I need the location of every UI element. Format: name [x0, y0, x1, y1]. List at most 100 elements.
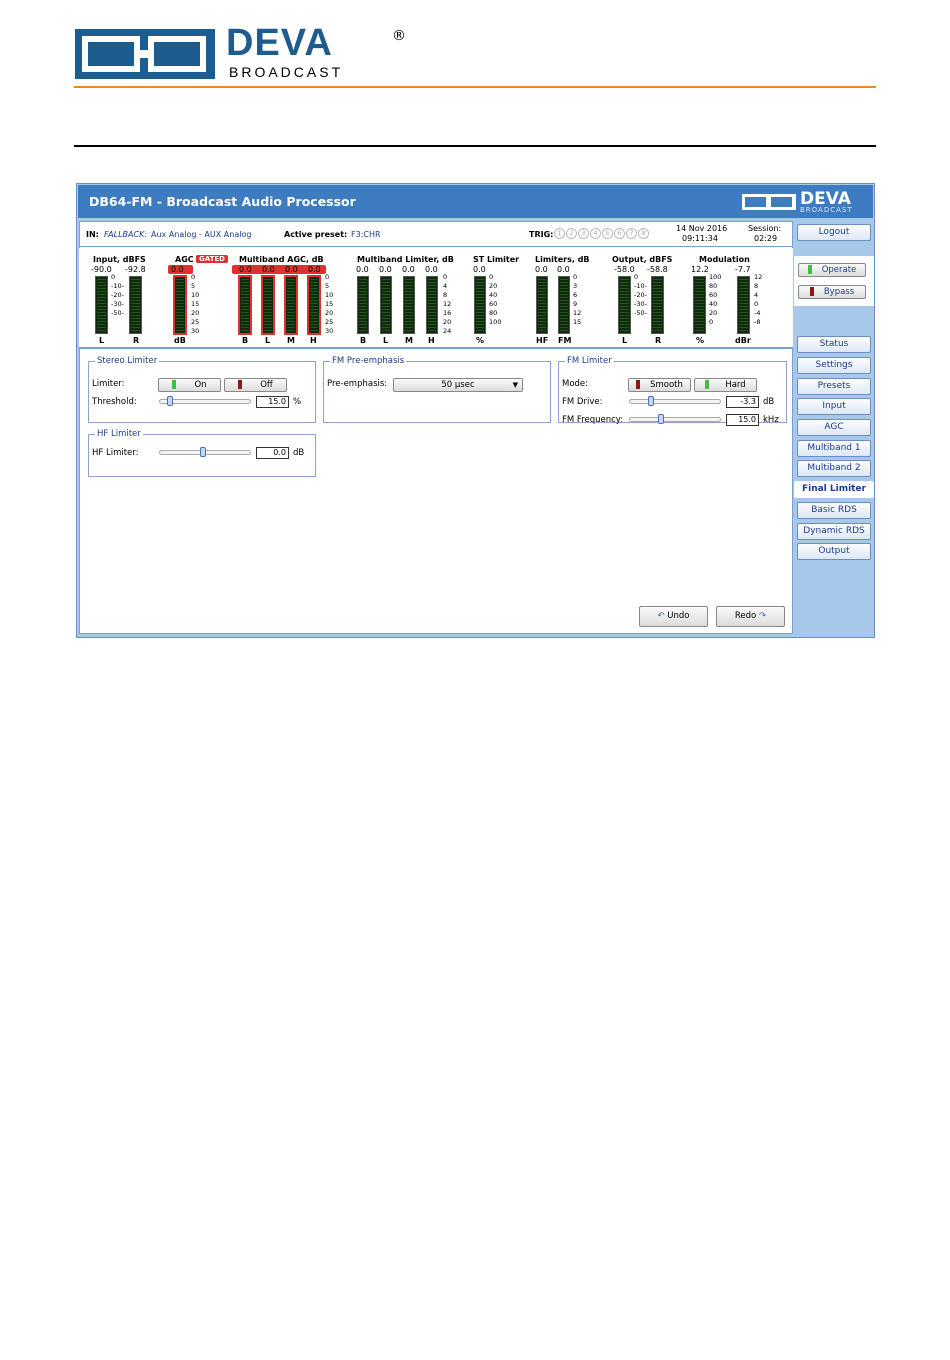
- mbagc-meter-l: [261, 275, 275, 335]
- mblim-val-l: 0.0: [379, 265, 392, 274]
- meter-segment: [739, 303, 748, 304]
- meter-segment: [310, 321, 318, 322]
- meter-segment: [97, 327, 106, 328]
- meter-segment: [695, 303, 704, 304]
- trig-indicator: 8: [638, 228, 649, 239]
- nav-agc[interactable]: AGC: [797, 419, 871, 436]
- meter-segment: [739, 285, 748, 286]
- redo-button[interactable]: Redo ↷: [716, 606, 785, 627]
- smooth-button[interactable]: Smooth: [628, 378, 691, 392]
- hf-limiter-slider[interactable]: [159, 447, 251, 457]
- undo-label: Undo: [667, 611, 690, 621]
- agc-scale: 0 5 10 15 20 25 30: [191, 273, 200, 335]
- meter-segment: [287, 327, 295, 328]
- meter-segment: [560, 318, 568, 319]
- mode-label: Mode:: [562, 379, 589, 389]
- nav-multiband-1[interactable]: Multiband 1: [797, 440, 871, 457]
- fm-frequency-input[interactable]: 15.0: [726, 414, 759, 426]
- meter-segment: [97, 330, 106, 331]
- meter-segment: [538, 306, 546, 307]
- limiter-off-button[interactable]: Off: [224, 378, 287, 392]
- nav-output[interactable]: Output: [797, 543, 871, 560]
- threshold-input[interactable]: 15.0: [256, 396, 289, 408]
- meter-segment: [310, 309, 318, 310]
- meter-segment: [310, 318, 318, 319]
- fm-frequency-slider-thumb[interactable]: [657, 414, 664, 424]
- threshold-slider-thumb[interactable]: [166, 396, 173, 406]
- meter-segment: [405, 303, 413, 304]
- meter-segment: [476, 297, 484, 298]
- mbagc-meter-b: [238, 275, 252, 335]
- meter-segment: [739, 330, 748, 331]
- meter-segment: [287, 294, 295, 295]
- meter-segment: [97, 318, 106, 319]
- meter-segment: [97, 288, 106, 289]
- meter-segment: [264, 291, 272, 292]
- meter-segment: [739, 321, 748, 322]
- nav-basic-rds[interactable]: Basic RDS: [797, 502, 871, 519]
- meter-segment: [131, 315, 140, 316]
- off-led-icon: [238, 380, 243, 389]
- meter-segment: [560, 297, 568, 298]
- meter-segment: [538, 327, 546, 328]
- meter-segment: [620, 330, 629, 331]
- meter-segment: [97, 285, 106, 286]
- mblim-chan-h: H: [428, 336, 435, 345]
- meter-segment: [560, 315, 568, 316]
- in-label: IN:: [86, 230, 99, 239]
- hf-limiter-input[interactable]: 0.0: [256, 447, 289, 459]
- session-label: Session:: [748, 224, 782, 233]
- fm-drive-unit: dB: [763, 397, 775, 407]
- nav-presets[interactable]: Presets: [797, 378, 871, 395]
- meter-segment: [359, 324, 367, 325]
- meter-segment: [428, 300, 436, 301]
- fm-drive-slider[interactable]: [629, 396, 721, 406]
- fm-frequency-slider[interactable]: [629, 414, 721, 424]
- fm-drive-slider-thumb[interactable]: [648, 396, 655, 406]
- input-chan-l: L: [99, 336, 105, 345]
- meter-segment: [538, 291, 546, 292]
- nav-multiband-2[interactable]: Multiband 2: [797, 460, 871, 477]
- meter-segment: [287, 279, 295, 280]
- meter-segment: [405, 279, 413, 280]
- meter-segment: [241, 309, 249, 310]
- operate-button[interactable]: Operate: [798, 263, 866, 277]
- nav-final-limiter[interactable]: Final Limiter: [794, 481, 874, 498]
- mbagc-chan-l: L: [265, 336, 271, 345]
- fm-drive-label: FM Drive:: [562, 397, 603, 407]
- nav-settings[interactable]: Settings: [797, 357, 871, 374]
- preset-label: Active preset:: [284, 230, 348, 239]
- nav-status[interactable]: Status: [797, 336, 871, 353]
- time-text: 09:11:34: [682, 234, 718, 243]
- modulation-val-pct: 12.2: [691, 265, 709, 274]
- undo-button[interactable]: ↶ Undo: [639, 606, 708, 627]
- hard-button[interactable]: Hard: [694, 378, 757, 392]
- meter-segment: [382, 300, 390, 301]
- meter-segment: [241, 324, 249, 325]
- input-meter-r: [129, 276, 142, 334]
- meter-segment: [382, 303, 390, 304]
- meter-segment: [695, 327, 704, 328]
- bypass-button[interactable]: Bypass: [798, 285, 866, 299]
- nav-dynamic-rds[interactable]: Dynamic RDS: [797, 523, 871, 540]
- preemphasis-select[interactable]: 50 µsec ▼: [393, 378, 523, 392]
- limiter-on-button[interactable]: On: [158, 378, 221, 392]
- logout-button[interactable]: Logout: [797, 224, 871, 241]
- mblim-title: Multiband Limiter, dB: [357, 255, 454, 264]
- meter-segment: [97, 306, 106, 307]
- nav-input[interactable]: Input: [797, 398, 871, 415]
- input-meter-l: [95, 276, 108, 334]
- meter-segment: [131, 321, 140, 322]
- meter-segment: [405, 327, 413, 328]
- meter-segment: [359, 279, 367, 280]
- hf-limiter-slider-thumb[interactable]: [200, 447, 207, 457]
- meter-segment: [131, 330, 140, 331]
- mbagc-chan-m: M: [287, 336, 295, 345]
- meter-segment: [739, 288, 748, 289]
- meter-segment: [131, 279, 140, 280]
- trig-indicator: 5: [602, 228, 613, 239]
- fm-drive-input[interactable]: -3.3: [726, 396, 759, 408]
- threshold-slider[interactable]: [159, 396, 251, 406]
- meter-segment: [97, 312, 106, 313]
- mbagc-chan-b: B: [242, 336, 249, 345]
